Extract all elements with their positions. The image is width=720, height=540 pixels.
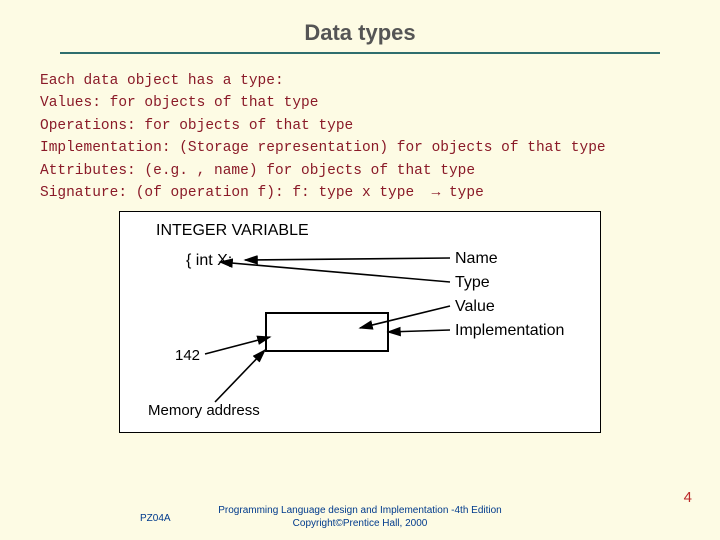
footer: PZ04A Programming Language design and Im… (0, 504, 720, 530)
diagram-arrows (120, 212, 600, 432)
title-rule (60, 52, 660, 54)
footer-line2: Copyright©Prentice Hall, 2000 (293, 518, 428, 529)
footer-line1: Programming Language design and Implemen… (218, 505, 502, 516)
slide-title: Data types (60, 20, 660, 46)
page-number: 4 (684, 489, 692, 506)
diagram: INTEGER VARIABLE { int X; 142 Memory add… (119, 211, 601, 433)
slide: Data types Each data object has a type: … (0, 0, 720, 540)
footer-left: PZ04A (140, 513, 171, 524)
body-text: Each data object has a type: Values: for… (40, 70, 680, 205)
footer-mid: Programming Language design and Implemen… (218, 504, 502, 530)
